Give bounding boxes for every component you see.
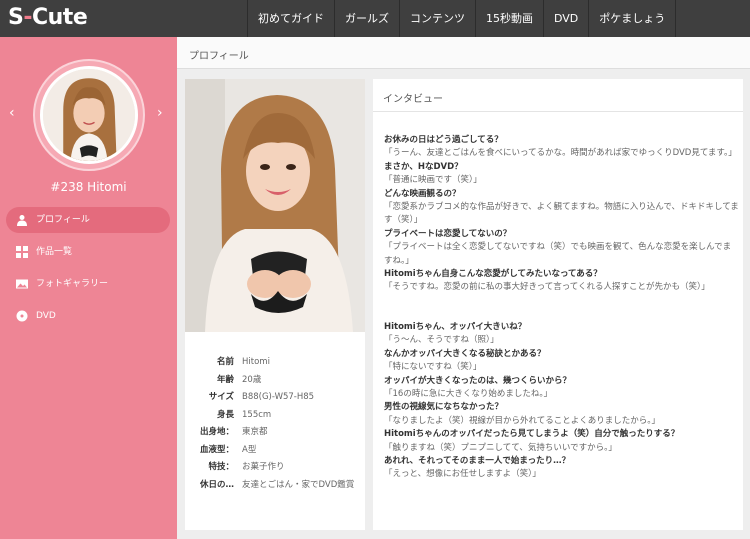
- profile-row-height: 身長 155cm: [216, 409, 272, 420]
- interview-header: インタビュー: [373, 79, 743, 112]
- profile-card: 名前 Hitomi 年齢 20歳 サイズ B88(G)-W57-H85 身長 155cm…: [185, 79, 365, 530]
- page-title: プロフィール: [189, 51, 249, 62]
- interview-qa: あれれ、それってそのまま一人で始まったり…？ 「えっと、想像にお任せしますよ（笑）…: [384, 455, 571, 480]
- photo-icon: [16, 279, 28, 289]
- profile-row-birthplace: 出身地： 東京都: [199, 427, 268, 437]
- interview-qa: Hitomiちゃん自身こんな恋愛がしてみたいなってある？ 「そうですね。恋愛の前に…: [384, 269, 710, 293]
- sidebar-item-profile[interactable]: プロフィール: [6, 207, 170, 233]
- interview-qa: 男性の視線気になちなかった？ 「なりましたよ（笑）視線が目から外れてることよくあり…: [384, 402, 660, 426]
- nav-contents[interactable]: コンテンツ: [399, 0, 475, 37]
- profile-row-size: サイズ B88(G)-W57-H85: [208, 392, 315, 402]
- main-nav: 初めてガイド ガールズ コンテンツ 15秒動画 DVD ポケましょう: [247, 0, 677, 37]
- profile-row-age: 年齢 20歳: [216, 374, 262, 385]
- sidebar-item-works[interactable]: 作品一覧: [6, 239, 170, 265]
- sidebar-item-label: 作品一覧: [36, 247, 73, 257]
- profile-photo: [185, 79, 365, 332]
- interview-card: インタビュー お休みの日はどう過ごしてる？ 「うーん、友達とごはんを食べにいってる…: [373, 79, 743, 530]
- next-girl-arrow[interactable]: ›: [157, 105, 163, 121]
- profile-photo-image: [185, 79, 365, 332]
- interview-qa: どんな映画観るの？ 「恋愛系かラブコメ的な作品が好きで、よく観てますね。物語に入り…: [384, 188, 739, 226]
- avatar: [40, 66, 138, 164]
- profile-row-name: 名前 Hitomi: [216, 357, 270, 367]
- interview-qa: まさか、HなDVD？ 「普通に映画です（笑）」: [384, 161, 482, 186]
- prev-girl-arrow[interactable]: ‹: [9, 105, 15, 121]
- profile-row-holiday: 休日の… 友達とごはん・家でDVD鑑賞: [199, 479, 355, 490]
- sidebar-item-label: フォトギャラリー: [36, 279, 109, 289]
- interview-body: お休みの日はどう過ごしてる？ 「うーん、友達とごはんを食べにいってるかな。時間があ…: [384, 134, 739, 482]
- sidebar: ‹ › #238 Hitomi プロフィール 作品一覧 フォトギャラリー DVD: [0, 37, 177, 539]
- top-navbar: S-Cute 初めてガイド ガールズ コンテンツ 15秒動画 DVD ポケましょ…: [0, 0, 750, 37]
- nav-poke[interactable]: ポケましょう: [588, 0, 677, 37]
- site-logo[interactable]: S-Cute: [8, 3, 88, 33]
- sidebar-item-photo-gallery[interactable]: フォトギャラリー: [6, 271, 170, 297]
- interview-qa: プライベートは恋愛してないの？ 「プライベートは全く恋愛してないですね（笑）でも映…: [384, 228, 732, 266]
- interview-qa: なんかオッパイ大きくなる秘訣とかある？ 「特にないですね（笑）」: [384, 348, 546, 373]
- interview-spacer: [384, 295, 739, 321]
- avatar-image: [43, 69, 135, 161]
- sidebar-menu: プロフィール 作品一覧 フォトギャラリー DVD: [6, 207, 170, 335]
- profile-row-skill: 特技： お菓子作り: [208, 462, 285, 472]
- profile-row-blood-type: 血液型： A型: [199, 444, 257, 455]
- girl-name: #238 Hitomi: [50, 180, 127, 194]
- interview-qa: Hitomiちゃん、オッパイ大きいね？ 「う〜ん、そうですね（照）」: [384, 321, 527, 346]
- grid-icon: [16, 246, 28, 258]
- page-header: プロフィール: [177, 37, 750, 69]
- interview-qa: お休みの日はどう過ごしてる？ 「うーん、友達とごはんを食べにいってるかな。時間があ…: [384, 135, 737, 159]
- interview-qa: オッパイが大きくなったのは、幾つくらいから？ 「16の時に急に大きくなり始めました…: [384, 375, 572, 399]
- nav-15sec-video[interactable]: 15秒動画: [475, 0, 543, 37]
- interview-title: インタビュー: [383, 94, 443, 105]
- nav-guide[interactable]: 初めてガイド: [247, 0, 334, 37]
- nav-dvd[interactable]: DVD: [543, 0, 588, 37]
- person-icon: [17, 215, 27, 226]
- sidebar-item-dvd[interactable]: DVD: [6, 303, 170, 329]
- disc-icon: [16, 310, 28, 322]
- interview-qa: Hitomiちゃんのオッパイだったら見てしまうよ（笑）自分で触ったりする？ 「触り…: [384, 429, 680, 453]
- sidebar-item-label: DVD: [36, 311, 56, 321]
- sidebar-item-label: プロフィール: [36, 215, 90, 225]
- profile-info: 名前 Hitomi 年齢 20歳 サイズ B88(G)-W57-H85 身長 155cm…: [185, 354, 365, 494]
- nav-girls[interactable]: ガールズ: [334, 0, 399, 37]
